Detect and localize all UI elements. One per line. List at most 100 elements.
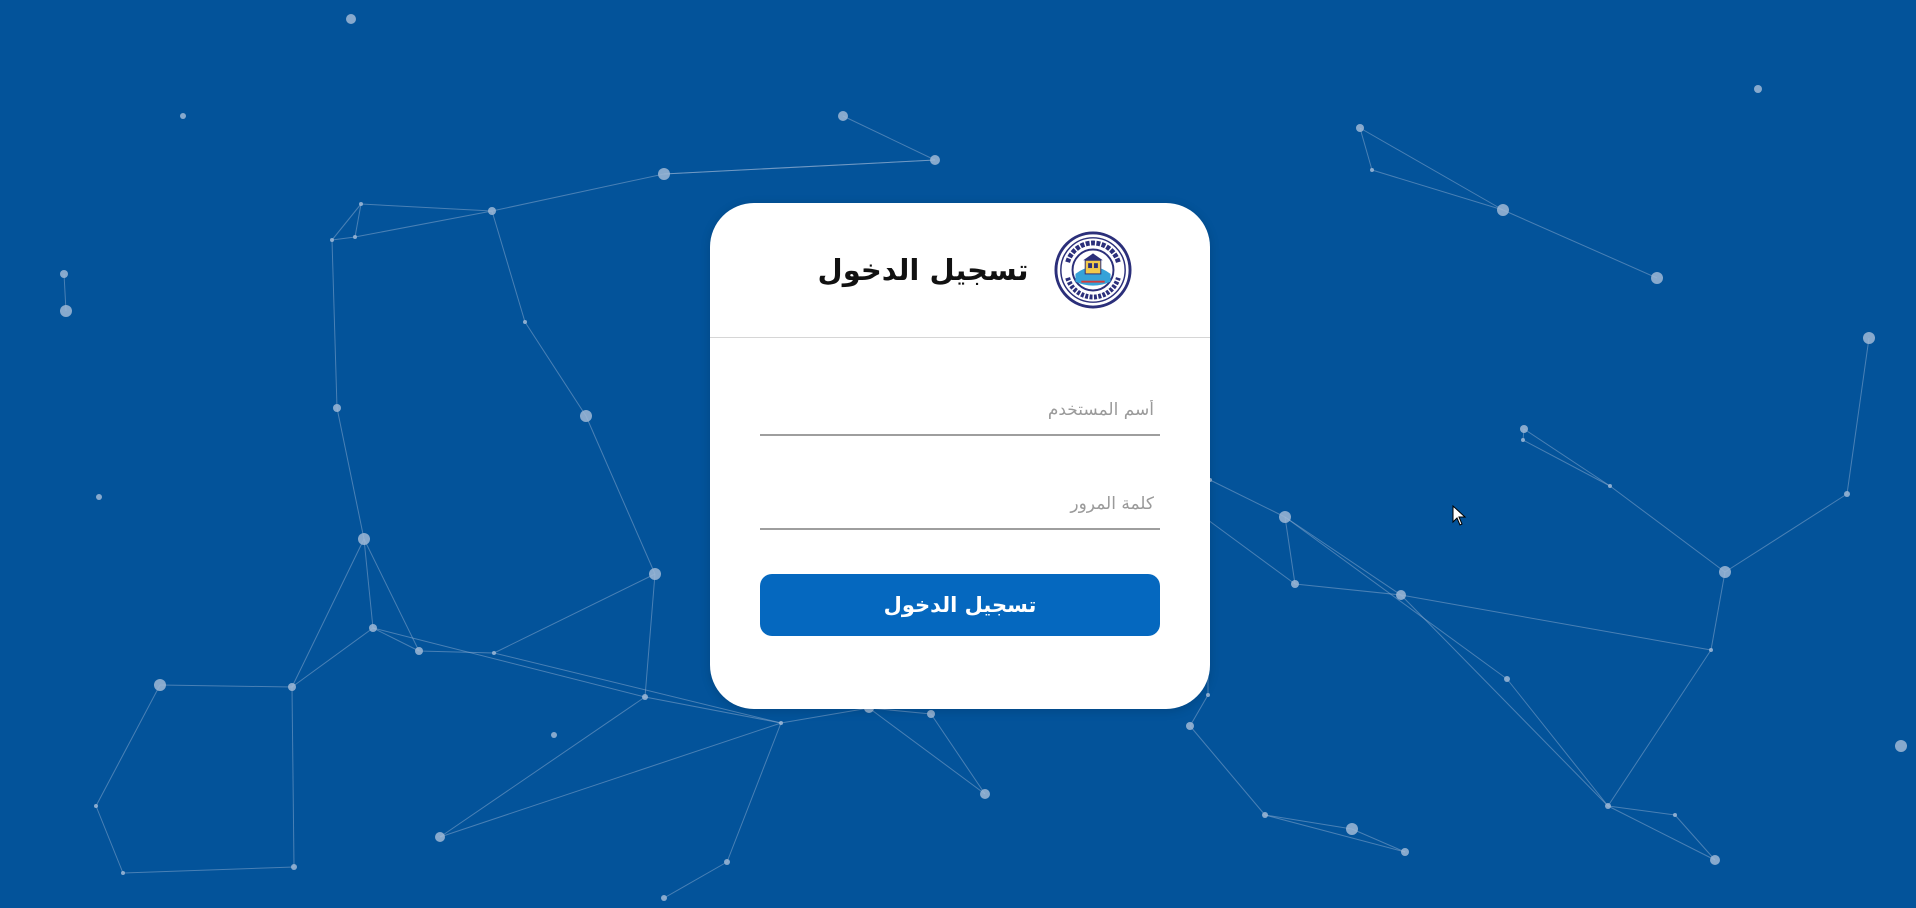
network-line — [1522, 439, 1611, 487]
password-input[interactable] — [760, 480, 1160, 528]
mouse-cursor-icon — [1452, 505, 1467, 526]
network-line — [663, 159, 936, 175]
network-node — [1605, 803, 1611, 809]
network-line — [1209, 479, 1286, 518]
network-node — [1608, 484, 1612, 488]
network-node — [1396, 590, 1406, 600]
network-line — [291, 686, 295, 868]
network-node — [180, 113, 186, 119]
network-line — [868, 707, 986, 795]
network-line — [1724, 493, 1848, 573]
network-node — [346, 14, 356, 24]
network-node — [121, 871, 125, 875]
network-node — [154, 679, 166, 691]
network-line — [363, 538, 420, 652]
network-line — [1607, 805, 1676, 816]
network-node — [359, 202, 363, 206]
network-line — [1359, 127, 1504, 211]
login-card: تسجيل الدخول تسجيل الدخول — [710, 203, 1210, 709]
network-line — [726, 722, 782, 863]
network-line — [1506, 678, 1609, 807]
network-line — [363, 538, 374, 629]
username-input[interactable] — [760, 386, 1160, 434]
network-node — [523, 320, 527, 324]
network-line — [354, 203, 362, 238]
network-line — [95, 805, 124, 874]
username-field-wrapper — [760, 386, 1160, 436]
network-line — [331, 236, 356, 241]
network-node — [1370, 168, 1374, 172]
network-node — [1291, 580, 1299, 588]
network-line — [1607, 649, 1712, 807]
network-node — [60, 270, 68, 278]
network-line — [291, 538, 365, 688]
network-line — [291, 627, 374, 688]
university-logo-icon — [1054, 231, 1132, 309]
network-node — [353, 235, 357, 239]
network-node — [1520, 425, 1528, 433]
network-line — [493, 573, 656, 654]
network-line — [159, 684, 293, 688]
network-line — [331, 239, 338, 409]
network-node — [1206, 693, 1210, 697]
login-form: تسجيل الدخول — [710, 338, 1210, 636]
network-node — [94, 804, 98, 808]
network-node — [779, 721, 783, 725]
network-node — [980, 789, 990, 799]
login-button[interactable]: تسجيل الدخول — [760, 574, 1160, 636]
network-line — [1189, 725, 1266, 816]
network-line — [663, 861, 728, 899]
network-line — [418, 650, 495, 654]
network-node — [1279, 511, 1291, 523]
network-node — [642, 694, 648, 700]
network-line — [1502, 209, 1658, 279]
network-node — [1504, 676, 1510, 682]
network-line — [1523, 428, 1611, 487]
network-node — [724, 859, 730, 865]
login-title: تسجيل الدخول — [817, 253, 1029, 287]
network-node — [658, 168, 670, 180]
network-node — [435, 832, 445, 842]
network-line — [930, 713, 986, 795]
network-line — [1207, 519, 1296, 585]
network-node — [1863, 332, 1875, 344]
network-line — [780, 707, 870, 724]
network-node — [1754, 85, 1762, 93]
network-node — [1346, 823, 1358, 835]
network-line — [1607, 805, 1716, 861]
network-line — [360, 203, 493, 212]
network-node — [1521, 438, 1525, 442]
network-node — [1401, 848, 1409, 856]
network-node — [488, 207, 496, 215]
network-node — [580, 410, 592, 422]
network-node — [930, 155, 940, 165]
network-line — [354, 210, 493, 238]
network-line — [95, 684, 161, 807]
network-node — [330, 238, 334, 242]
network-node — [1673, 813, 1677, 817]
network-line — [1264, 814, 1406, 853]
network-line — [585, 415, 656, 575]
network-node — [415, 647, 423, 655]
network-line — [372, 627, 646, 698]
password-field-wrapper — [760, 480, 1160, 530]
network-line — [439, 696, 646, 838]
network-node — [927, 710, 935, 718]
network-line — [122, 866, 295, 874]
network-line — [491, 210, 526, 323]
network-line — [524, 321, 587, 417]
network-node — [291, 864, 297, 870]
network-node — [838, 111, 848, 121]
login-card-header: تسجيل الدخول — [710, 203, 1210, 338]
network-line — [1284, 516, 1296, 585]
network-line — [1371, 169, 1504, 211]
network-node — [96, 494, 102, 500]
network-node — [1651, 272, 1663, 284]
network-line — [1284, 516, 1508, 680]
network-line — [491, 173, 665, 212]
network-line — [331, 203, 362, 241]
network-node — [492, 651, 496, 655]
network-line — [1846, 337, 1870, 495]
network-node — [288, 683, 296, 691]
network-line — [842, 115, 936, 161]
